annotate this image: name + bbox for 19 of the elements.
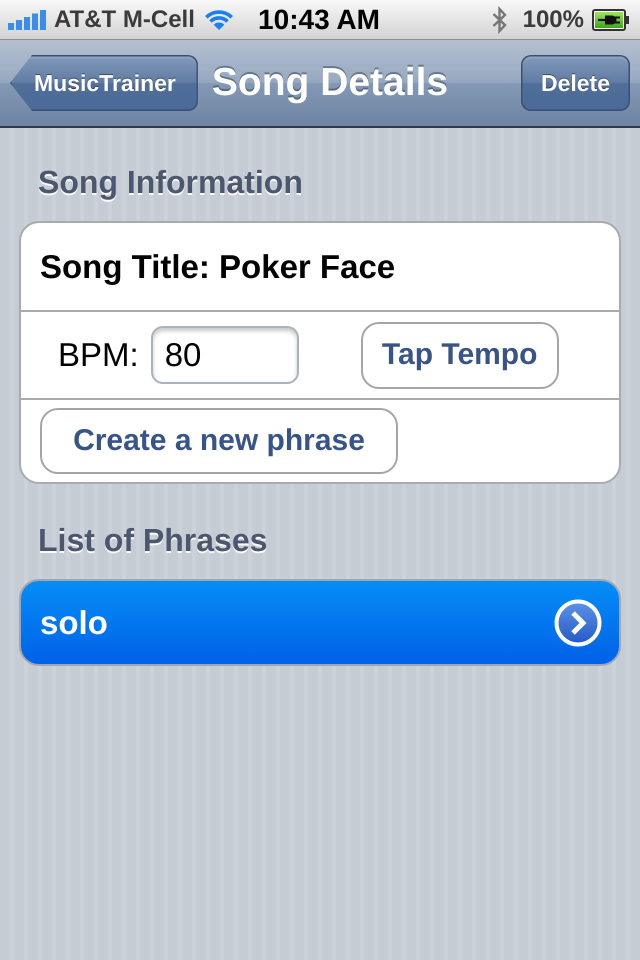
phrase-list-item[interactable]: solo [19, 579, 621, 666]
carrier-name: AT&T M-Cell [54, 6, 195, 34]
nav-title: Song Details [212, 61, 448, 105]
bluetooth-icon [490, 6, 509, 34]
back-button[interactable]: MusicTrainer [10, 55, 198, 111]
bpm-input-field[interactable]: 80 [150, 326, 299, 384]
section-header: List of Phrases [38, 521, 268, 560]
song-title-text: Song Title: Poker Face [40, 248, 396, 286]
bpm-label: BPM: [58, 336, 139, 374]
status-time: 10:43 AM [258, 6, 380, 34]
delete-button[interactable]: Delete [520, 55, 630, 111]
tap-tempo-button[interactable]: Tap Tempo [360, 322, 559, 388]
create-phrase-button[interactable]: Create a new phrase [40, 408, 398, 474]
chevron-circle-icon[interactable] [554, 598, 602, 646]
signal-bars-icon [8, 10, 46, 30]
wifi-icon [202, 8, 235, 30]
battery-percent: 100% [522, 6, 584, 34]
battery-charging-icon [592, 8, 630, 30]
section-header: Song Information [38, 163, 303, 202]
